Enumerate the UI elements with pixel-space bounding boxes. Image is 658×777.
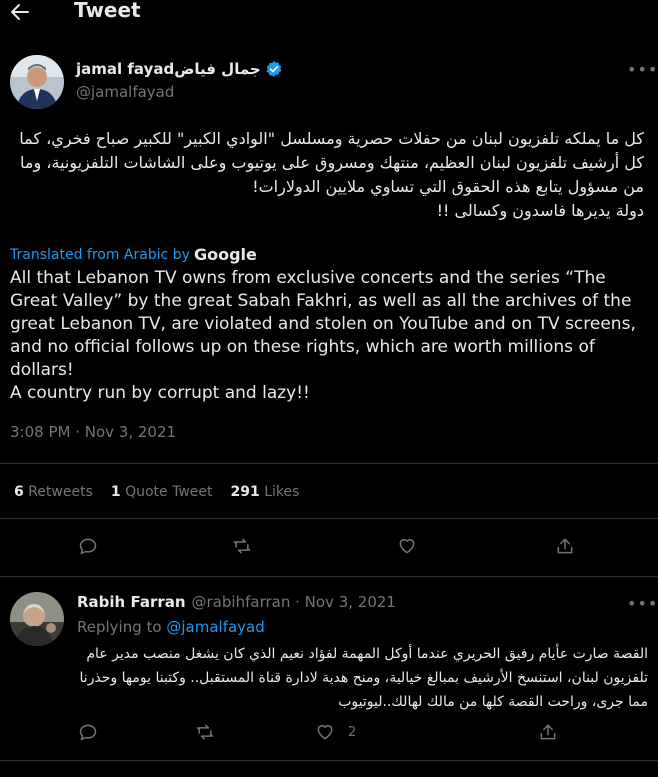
header: Tweet: [0, 0, 658, 28]
reply-actions: [0, 722, 658, 744]
replying-to: Replying to @jamalfayad: [77, 618, 265, 636]
more-options-icon[interactable]: •••: [627, 60, 658, 79]
reply-icon[interactable]: [78, 722, 102, 746]
reply-text: القصة صارت عأيام رفيق الحريري عندما أوكل…: [79, 646, 648, 710]
tweet-timestamp[interactable]: 3:08 PM · Nov 3, 2021: [10, 423, 176, 441]
quote-tweets-stat[interactable]: 1 Quote Tweet: [111, 484, 213, 500]
like-icon[interactable]: [315, 722, 339, 746]
author-handle[interactable]: @jamalfayad: [76, 83, 174, 101]
share-icon[interactable]: [538, 722, 562, 746]
likes-stat[interactable]: 291 Likes: [231, 484, 300, 500]
reply-author-name[interactable]: Rabih Farran: [77, 593, 186, 611]
back-arrow-icon[interactable]: [8, 0, 34, 26]
divider: [0, 576, 658, 577]
share-icon[interactable]: [555, 536, 579, 560]
translated-from-link[interactable]: Translated from Arabic by: [10, 247, 190, 263]
reply-more-options-icon[interactable]: •••: [627, 594, 658, 613]
reply-icon[interactable]: [78, 536, 102, 560]
verified-badge-icon: [265, 60, 283, 78]
divider: [0, 518, 658, 519]
tweet-text-arabic: كل ما يملكه تلفزيون لبنان من حفلات حصرية…: [19, 129, 644, 220]
reply-author-row: Rabih Farran @rabihfarran · Nov 3, 2021: [77, 593, 396, 611]
divider: [0, 760, 658, 761]
retweets-stat[interactable]: 6 Retweets: [14, 484, 93, 500]
page-title: Tweet: [74, 0, 141, 22]
tweet-stats: 6 Retweets 1 Quote Tweet 291 Likes: [14, 484, 299, 500]
avatar[interactable]: [10, 55, 64, 109]
reply-like-count: 2: [348, 725, 357, 740]
reply-avatar[interactable]: [10, 592, 64, 646]
reply-handle-date[interactable]: @rabihfarran · Nov 3, 2021: [192, 593, 396, 611]
google-logo: Google: [193, 245, 257, 264]
replying-to-handle-link[interactable]: @jamalfayad: [166, 618, 264, 636]
tweet-actions: [0, 536, 658, 560]
tweet-text-translation: All that Lebanon TV owns from exclusive …: [10, 268, 636, 403]
retweet-icon[interactable]: [232, 536, 256, 560]
author-row: jamal fayadجمال فياض: [76, 60, 283, 78]
like-icon[interactable]: [397, 536, 421, 560]
retweet-icon[interactable]: [195, 722, 219, 746]
translation-attribution: Translated from Arabic by Google: [10, 245, 257, 264]
divider: [0, 463, 658, 464]
author-name[interactable]: jamal fayadجمال فياض: [76, 60, 261, 78]
